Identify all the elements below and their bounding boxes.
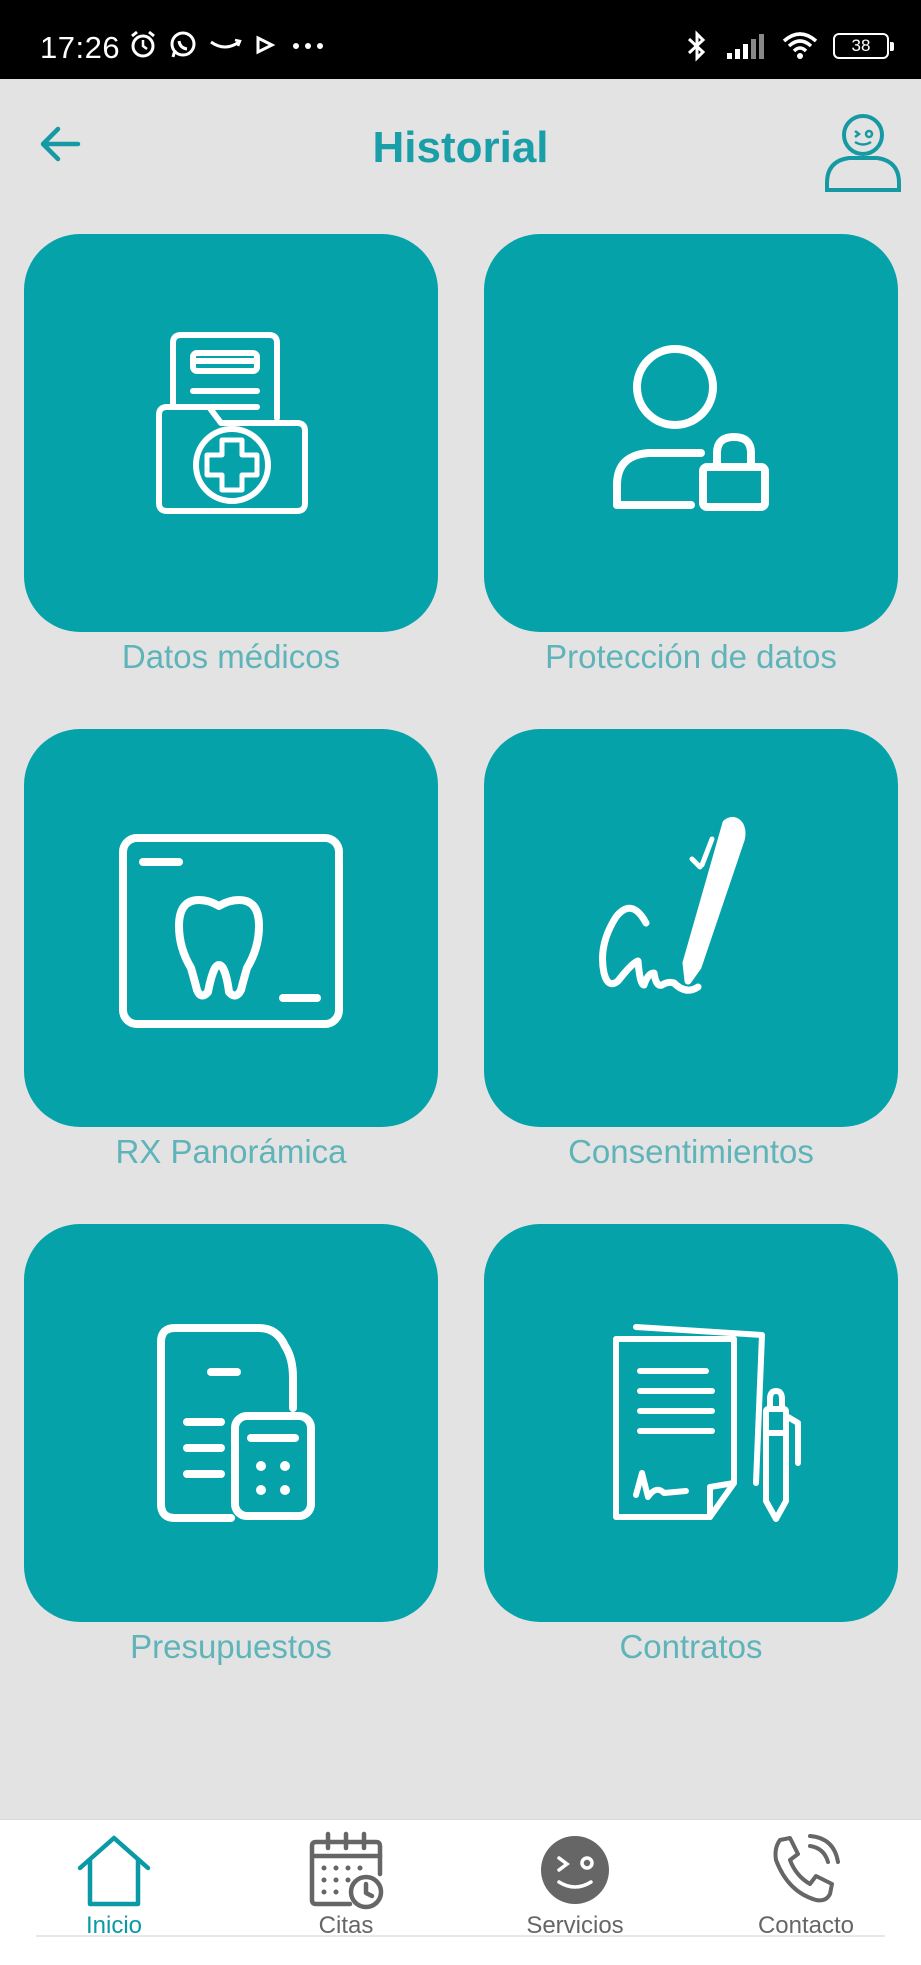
nav-item-contacto[interactable]: Contacto bbox=[716, 1830, 896, 1950]
medical-folder-icon bbox=[156, 332, 308, 514]
tile-datos-medicos[interactable] bbox=[24, 234, 438, 632]
tile-label-rx-panoramica[interactable]: RX Panorámica bbox=[24, 1133, 438, 1171]
tile-consentimientos[interactable] bbox=[484, 729, 898, 1127]
nav-item-inicio[interactable]: Inicio bbox=[24, 1830, 204, 1950]
play-icon bbox=[256, 35, 276, 55]
more-dots-icon bbox=[293, 43, 323, 49]
tile-proteccion-datos[interactable] bbox=[484, 234, 898, 632]
tile-label-presupuestos[interactable]: Presupuestos bbox=[24, 1628, 438, 1666]
bluetooth-icon bbox=[687, 30, 706, 62]
profile-button[interactable] bbox=[823, 113, 903, 193]
home-icon bbox=[77, 1835, 151, 1907]
tile-contratos[interactable] bbox=[484, 1224, 898, 1622]
battery-icon: 38 bbox=[833, 33, 894, 59]
phone-icon bbox=[773, 1834, 840, 1903]
calendar-clock-icon bbox=[309, 1831, 384, 1910]
tile-label-consentimientos[interactable]: Consentimientos bbox=[484, 1133, 898, 1171]
app-header: Historial bbox=[0, 79, 921, 219]
tile-label-contratos[interactable]: Contratos bbox=[484, 1628, 898, 1666]
tile-rx-panoramica[interactable] bbox=[24, 729, 438, 1127]
tile-label-proteccion-datos[interactable]: Protección de datos bbox=[484, 638, 898, 676]
smiley-face-icon bbox=[541, 1836, 609, 1904]
alarm-icon bbox=[131, 30, 155, 58]
tooth-xray-icon bbox=[119, 834, 343, 1028]
whatsapp-icon bbox=[170, 31, 196, 58]
nav-item-citas[interactable]: Citas bbox=[256, 1830, 436, 1950]
status-bar: 17:26 38 bbox=[0, 0, 921, 79]
nav-item-servicios[interactable]: Servicios bbox=[485, 1830, 665, 1950]
nav-divider bbox=[36, 1935, 885, 1937]
page-title: Historial bbox=[372, 123, 549, 172]
wifi-icon bbox=[782, 32, 818, 59]
tile-presupuestos[interactable] bbox=[24, 1224, 438, 1622]
signal-icon bbox=[727, 34, 764, 59]
status-time: 17:26 bbox=[40, 30, 121, 65]
tile-label-datos-medicos[interactable]: Datos médicos bbox=[24, 638, 438, 676]
amazon-icon bbox=[210, 38, 242, 49]
signature-pen-icon bbox=[599, 816, 746, 994]
document-calculator-icon bbox=[157, 1324, 315, 1522]
bottom-nav: Inicio Citas Servicios Contacto bbox=[0, 1819, 921, 1965]
user-lock-icon bbox=[613, 345, 769, 511]
contract-pen-icon bbox=[613, 1324, 801, 1522]
user-profile-icon bbox=[825, 114, 901, 192]
